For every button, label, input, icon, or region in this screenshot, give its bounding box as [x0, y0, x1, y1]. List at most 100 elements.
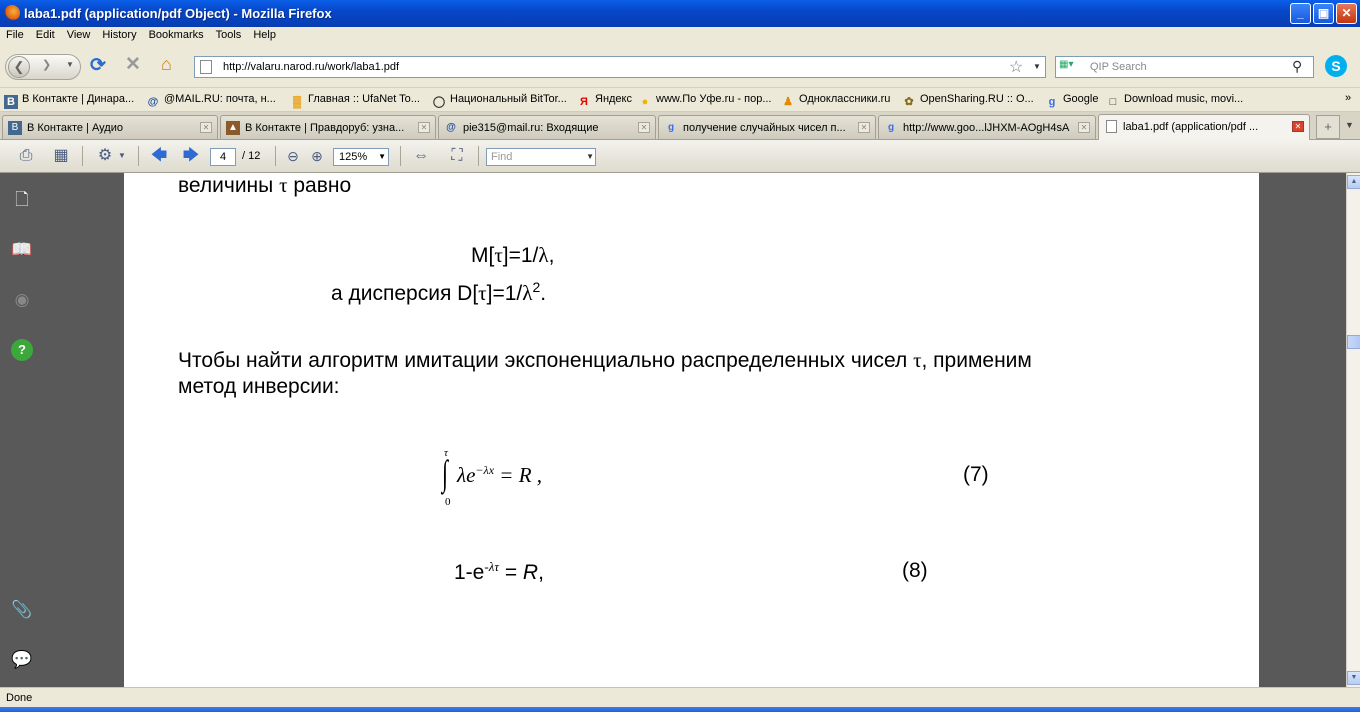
tab-vk-pravdorub[interactable]: ▲ В Контакте | Правдоруб: узна... ✕: [220, 115, 436, 139]
save-icon[interactable]: ▦: [50, 146, 72, 166]
tab-close-icon[interactable]: ✕: [858, 122, 870, 133]
menu-file[interactable]: File: [0, 27, 30, 41]
tab-close-icon[interactable]: ✕: [418, 122, 430, 133]
music-icon: □: [1109, 96, 1117, 108]
equation-variance: а дисперсия D[τ]=1/λ2.: [331, 279, 547, 305]
url-bar[interactable]: http://valaru.narod.ru/work/laba1.pdf ☆ …: [194, 56, 1046, 78]
scroll-down-icon[interactable]: ▼: [1347, 671, 1360, 685]
find-dropdown-icon[interactable]: ▼: [586, 149, 594, 165]
minimize-button[interactable]: _: [1290, 3, 1311, 24]
bookmark-item[interactable]: ✿ OpenSharing.RU :: O...: [902, 93, 1033, 109]
reload-icon[interactable]: ⟳: [90, 54, 106, 77]
equation-8: 1-e-λτ = R,: [454, 559, 544, 584]
tab-google-search[interactable]: g получение случайных чисел п... ✕: [658, 115, 876, 139]
vk-icon: B: [8, 121, 22, 135]
zoom-select[interactable]: 125% ▼: [333, 148, 389, 166]
firefox-icon: [4, 5, 20, 21]
vk-icon: B: [4, 95, 18, 109]
integral-lower-limit: 0: [445, 496, 451, 508]
maximize-button[interactable]: ▣: [1313, 3, 1334, 24]
bookmark-item[interactable]: ● www.По Уфе.ru - пор...: [638, 93, 772, 109]
tab-google-url[interactable]: g http://www.goo...lJHXM-AOgH4sA ✕: [878, 115, 1096, 139]
print-icon[interactable]: ⎙: [15, 146, 37, 166]
tab-vk-audio[interactable]: B В Контакте | Аудио ✕: [2, 115, 218, 139]
search-bar[interactable]: ▦▾ QIP Search ⚲: [1055, 56, 1314, 78]
scroll-up-icon[interactable]: ▲: [1347, 175, 1360, 189]
forward-button[interactable]: ❯: [42, 58, 51, 71]
comments-icon[interactable]: 💬: [11, 649, 33, 671]
menu-bookmarks[interactable]: Bookmarks: [143, 27, 210, 41]
bookmark-item[interactable]: □ Download music, movi...: [1106, 93, 1244, 109]
home-icon[interactable]: ⌂: [161, 54, 172, 75]
google-icon: g: [667, 122, 675, 133]
fit-width-icon[interactable]: ⇔: [410, 146, 432, 166]
page-number-input[interactable]: 4: [210, 148, 236, 166]
title-bar: laba1.pdf (application/pdf Object) - Moz…: [0, 0, 1360, 27]
zoom-dropdown-icon[interactable]: ▼: [378, 149, 386, 165]
tab-close-icon[interactable]: ✕: [1292, 121, 1304, 132]
help-icon[interactable]: ?: [11, 339, 33, 361]
find-input[interactable]: Find ▼: [486, 148, 596, 166]
google-icon: g: [887, 122, 895, 133]
yandex-icon: Я: [580, 96, 588, 108]
next-page-icon[interactable]: 🡆: [180, 146, 202, 166]
at-icon: @: [147, 96, 159, 108]
bookmark-item[interactable]: BВ Контакте | Динара...: [4, 93, 134, 109]
tab-laba1-pdf[interactable]: laba1.pdf (application/pdf ... ✕: [1098, 114, 1310, 140]
tab-close-icon[interactable]: ✕: [1078, 122, 1090, 133]
pdf-navigation-sidebar: 🗋 📖 ◉ ? 📎 💬: [0, 173, 44, 687]
binoculars-icon[interactable]: ◉: [11, 289, 33, 311]
integral-sign: ∫: [441, 453, 448, 493]
bookmarks-toolbar: BВ Контакте | Динара... @ @MAIL.RU: почта…: [0, 88, 1360, 112]
bookmark-item[interactable]: Я Яндекс: [577, 93, 632, 109]
bookmarks-overflow-icon[interactable]: »: [1345, 92, 1351, 104]
menu-bar: File Edit View History Bookmarks Tools Help: [0, 27, 1360, 46]
menu-help[interactable]: Help: [247, 27, 282, 41]
search-placeholder: QIP Search: [1090, 61, 1147, 73]
bookmark-item[interactable]: g Google: [1045, 93, 1099, 109]
menu-edit[interactable]: Edit: [30, 27, 61, 41]
paragraph-line: Чтобы найти алгоритм имитации экспоненци…: [178, 348, 1032, 372]
bookmarks-icon[interactable]: 📖: [11, 239, 33, 261]
bittorrent-icon: ◯: [432, 96, 446, 108]
tab-close-icon[interactable]: ✕: [638, 122, 650, 133]
bookmark-item[interactable]: ◯ Национальный BitTor...: [432, 93, 567, 109]
zoom-out-icon[interactable]: ⊖: [282, 146, 304, 166]
zoom-in-icon[interactable]: ⊕: [306, 146, 328, 166]
bookmark-item[interactable]: ▓ Главная :: UfaNet To...: [290, 93, 420, 109]
search-engine-icon[interactable]: ▦▾: [1059, 59, 1085, 75]
vertical-scrollbar[interactable]: ▲ ▼: [1346, 173, 1360, 687]
fit-page-icon[interactable]: ⛶: [446, 146, 468, 166]
page-icon: [200, 60, 212, 74]
star-icon[interactable]: ☆: [1009, 57, 1023, 77]
ufe-icon: ●: [641, 96, 649, 108]
share-dropdown-icon[interactable]: ▼: [116, 146, 128, 166]
new-tab-button[interactable]: +: [1316, 115, 1340, 139]
previous-page-icon[interactable]: 🡄: [148, 146, 170, 166]
scroll-thumb[interactable]: [1347, 335, 1360, 349]
history-dropdown[interactable]: ▼: [66, 60, 74, 69]
tab-close-icon[interactable]: ✕: [200, 122, 212, 133]
ufanet-icon: ▓: [292, 96, 302, 108]
back-button[interactable]: ❮: [8, 56, 30, 78]
stop-icon[interactable]: ✕: [125, 53, 141, 76]
menu-tools[interactable]: Tools: [210, 27, 248, 41]
navigation-toolbar: ❮ ❯ ▼ ⟳ ✕ ⌂ http://valaru.narod.ru/work/…: [0, 46, 1360, 88]
tab-mail[interactable]: @ pie315@mail.ru: Входящие ✕: [438, 115, 656, 139]
attachment-icon[interactable]: 📎: [11, 599, 33, 621]
share-icon[interactable]: ⚙: [94, 146, 116, 166]
taskbar-edge: [0, 707, 1360, 712]
bookmark-item[interactable]: @ @MAIL.RU: почта, н...: [146, 93, 276, 109]
skype-icon[interactable]: S: [1325, 55, 1347, 77]
pages-icon[interactable]: 🗋: [11, 189, 33, 211]
search-icon[interactable]: ⚲: [1292, 58, 1302, 75]
menu-view[interactable]: View: [61, 27, 97, 41]
vk-icon: ▲: [226, 121, 240, 135]
bookmark-item[interactable]: ♟ Одноклассники.ru: [781, 93, 890, 109]
url-dropdown-icon[interactable]: ▼: [1033, 62, 1041, 71]
url-text: http://valaru.narod.ru/work/laba1.pdf: [223, 61, 400, 73]
close-button[interactable]: ✕: [1336, 3, 1357, 24]
menu-history[interactable]: History: [96, 27, 142, 41]
odnoklassniki-icon: ♟: [783, 96, 793, 108]
tab-list-icon[interactable]: ▼: [1345, 120, 1354, 130]
